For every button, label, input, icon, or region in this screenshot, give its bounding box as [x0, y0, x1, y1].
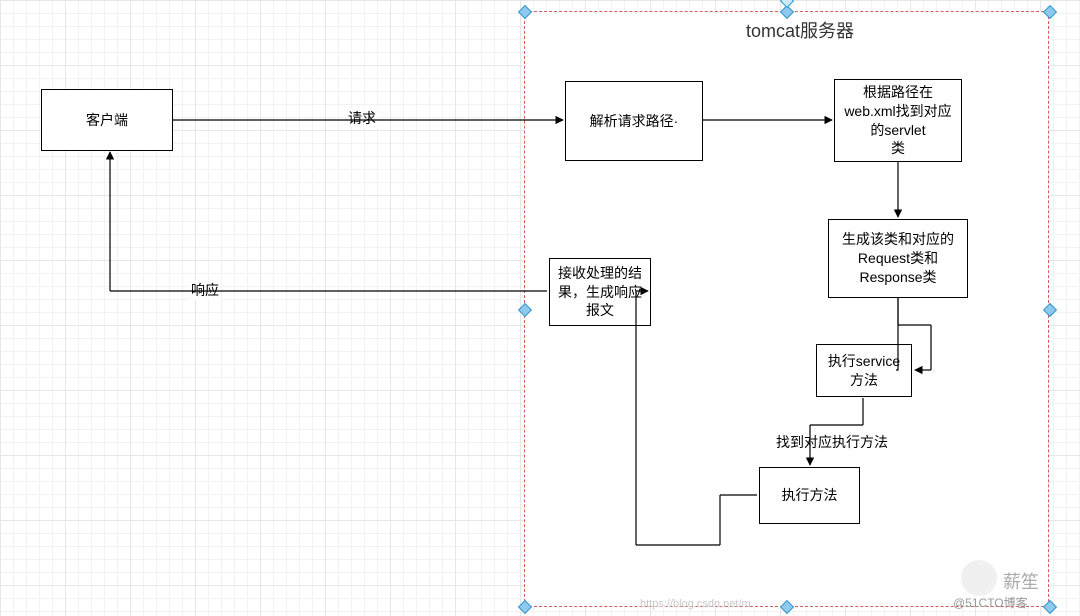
arrows-layer — [0, 0, 1080, 616]
